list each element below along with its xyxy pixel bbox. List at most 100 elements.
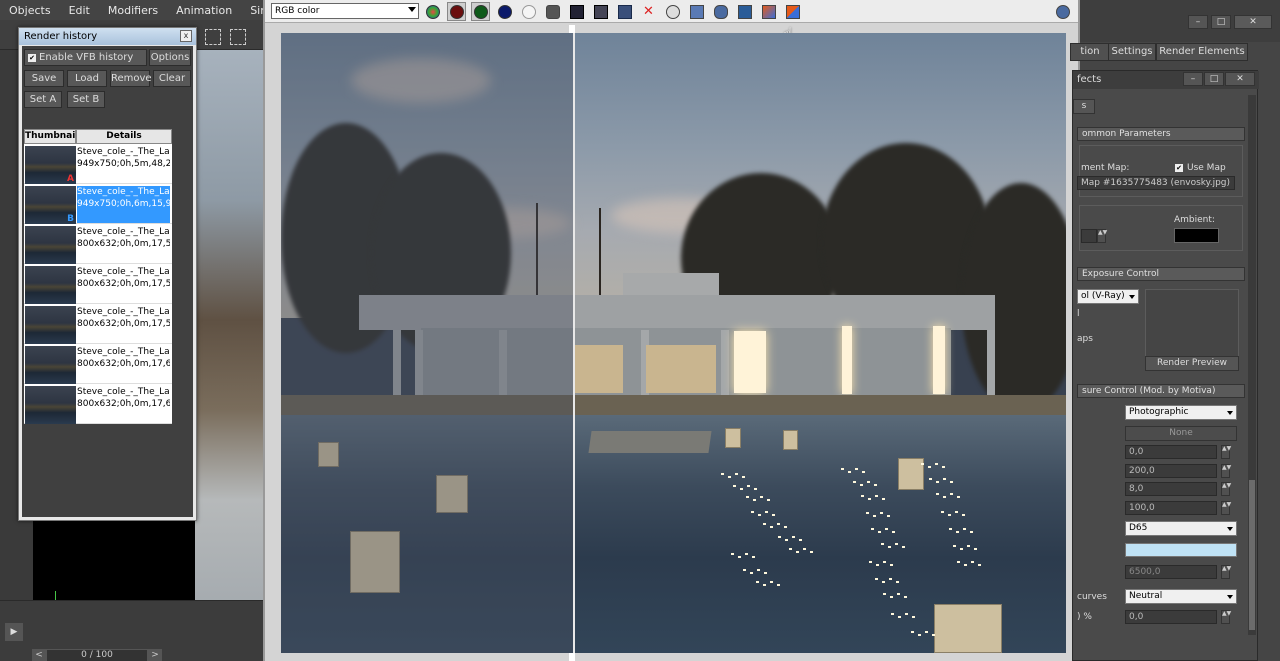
f-number-field[interactable]: 8,0 (1125, 482, 1217, 496)
render-details[interactable]: Steve_cole_-_The_Lake 949x750;0h,6m,15,9s (77, 186, 170, 223)
table-row[interactable]: Steve_cole_-_The_Lake 800x632;0h,0m,17,6s (24, 385, 172, 424)
checkmark-icon[interactable]: ✔ (28, 54, 36, 62)
window-close-button[interactable]: ✕ (1225, 72, 1255, 86)
maximize-button[interactable]: □ (1204, 72, 1224, 86)
table-row[interactable]: Steve_cole_-_The_Lake 800x632;0h,0m,17,6s (24, 345, 172, 384)
render-preview-button[interactable]: Render Preview (1145, 356, 1239, 371)
environment-map-button[interactable]: Map #1635775483 (envosky.jpg) (1077, 176, 1235, 190)
render-thumbnail[interactable] (25, 346, 76, 384)
temperature-field[interactable]: 6500,0 (1125, 565, 1217, 579)
spinner-arrows-icon[interactable]: ▲▼ (1221, 482, 1231, 496)
save-icon[interactable] (567, 2, 586, 21)
load-button[interactable]: Load (67, 70, 107, 87)
table-row[interactable]: Steve_cole_-_The_Lake 800x632;0h,0m,17,5s (24, 305, 172, 344)
green-channel-icon[interactable] (471, 2, 490, 21)
exposure-control-rollout[interactable]: Exposure Control (1077, 267, 1245, 281)
timeline-slider[interactable]: 0 / 100 (46, 649, 148, 661)
window-crossing-icon[interactable] (230, 29, 246, 45)
region-render-icon[interactable] (687, 2, 706, 21)
column-header-details[interactable]: Details (76, 129, 172, 144)
split-handle-bottom[interactable] (569, 653, 575, 661)
stamp-icon[interactable] (735, 2, 754, 21)
timeline-next-button[interactable]: > (148, 649, 162, 661)
minimize-button[interactable]: – (1183, 72, 1203, 86)
tint-spinner[interactable] (1081, 229, 1097, 243)
spinner-arrows-icon[interactable]: ▲▼ (1221, 501, 1231, 515)
render-thumbnail[interactable]: A (25, 146, 76, 184)
render-details[interactable]: Steve_cole_-_The_Lake 949x750;0h,5m,48,2s (77, 146, 170, 183)
percent-field[interactable]: 0,0 (1125, 610, 1217, 624)
render-details[interactable]: Steve_cole_-_The_Lake 800x632;0h,0m,17,6s (77, 346, 170, 383)
save-all-icon[interactable] (591, 2, 610, 21)
none-button[interactable]: None (1125, 426, 1237, 441)
render-thumbnail[interactable] (25, 226, 76, 264)
table-row[interactable]: B Steve_cole_-_The_Lake 949x750;0h,6m,15,9… (24, 185, 172, 224)
shutter-field[interactable]: 0,0 (1125, 445, 1217, 459)
photographic-dropdown[interactable]: Photographic (1125, 405, 1237, 420)
ab-split-divider[interactable] (573, 33, 575, 653)
window-close-button[interactable]: ✕ (1234, 15, 1272, 29)
white-balance-dropdown[interactable]: D65 (1125, 521, 1237, 536)
track-mouse-icon[interactable] (663, 2, 682, 21)
red-channel-icon[interactable] (447, 2, 466, 21)
spinner-arrows-icon[interactable]: ▲▼ (1221, 464, 1231, 478)
timeline-prev-button[interactable]: < (32, 649, 46, 661)
motiva-exposure-rollout[interactable]: sure Control (Mod. by Motiva) (1077, 384, 1245, 398)
clear-icon[interactable]: ✕ (639, 2, 658, 21)
table-row[interactable]: A Steve_cole_-_The_Lake 949x750;0h,5m,48,2… (24, 145, 172, 184)
tab-effects[interactable]: s (1073, 99, 1095, 114)
options-button[interactable]: Options (149, 49, 191, 66)
column-header-thumbnail[interactable]: Thumbnail (24, 129, 78, 144)
render-details[interactable]: Steve_cole_-_The_Lake 800x632;0h,0m,17,5s (77, 266, 170, 303)
close-icon[interactable]: x (180, 30, 192, 42)
tab-settings[interactable]: Settings (1108, 43, 1156, 61)
render-details[interactable]: Steve_cole_-_The_Lake 800x632;0h,0m,17,5s (77, 226, 170, 263)
menu-objects[interactable]: Objects (0, 4, 60, 17)
tab-render-elements[interactable]: Render Elements (1156, 43, 1248, 61)
enable-vfb-history-checkbox[interactable]: ✔ Enable VFB history (24, 49, 147, 66)
use-map-checkbox[interactable]: ✔ (1175, 164, 1183, 172)
clear-button[interactable]: Clear (153, 70, 191, 87)
minimize-button[interactable]: – (1188, 15, 1208, 29)
table-row[interactable]: Steve_cole_-_The_Lake 800x632;0h,0m,17,5s (24, 225, 172, 264)
play-icon[interactable]: ▶ (5, 623, 23, 641)
curves-dropdown[interactable]: Neutral (1125, 589, 1237, 604)
render-details[interactable]: Steve_cole_-_The_Lake 800x632;0h,0m,17,5s (77, 306, 170, 343)
exposure-type-dropdown[interactable]: ol (V-Ray) (1077, 289, 1139, 304)
render-details[interactable]: Steve_cole_-_The_Lake 800x632;0h,0m,17,6s (77, 386, 170, 423)
tab-common[interactable]: tion (1070, 43, 1110, 61)
spinner-arrows-icon[interactable]: ▲▼ (1097, 229, 1107, 243)
color-correction-icon[interactable] (423, 2, 442, 21)
lut-icon[interactable] (759, 2, 778, 21)
menu-edit[interactable]: Edit (60, 4, 99, 17)
teapot-render-icon[interactable] (1053, 2, 1072, 21)
rendered-image[interactable] (281, 33, 1066, 653)
spinner-arrows-icon[interactable]: ▲▼ (1221, 445, 1231, 459)
iso-field[interactable]: 200,0 (1125, 464, 1217, 478)
common-parameters-rollout[interactable]: ommon Parameters (1077, 127, 1245, 141)
render-history-titlebar[interactable]: Render history x (19, 28, 196, 45)
white-balance-swatch[interactable] (1125, 543, 1237, 557)
ab-compare-icon[interactable] (783, 2, 802, 21)
render-thumbnail[interactable]: B (25, 186, 76, 224)
spinner-arrows-icon[interactable]: ▲▼ (1221, 565, 1231, 579)
ambient-color-swatch[interactable] (1174, 228, 1219, 243)
table-row[interactable]: Steve_cole_-_The_Lake 800x632;0h,0m,17,5s (24, 265, 172, 304)
menu-animation[interactable]: Animation (167, 4, 241, 17)
scrollbar-thumb[interactable] (1249, 480, 1255, 630)
select-region-icon[interactable] (205, 29, 221, 45)
blue-channel-icon[interactable] (495, 2, 514, 21)
spinner-arrows-icon[interactable]: ▲▼ (1221, 610, 1231, 624)
mono-icon[interactable] (543, 2, 562, 21)
shutter-speed-field[interactable]: 100,0 (1125, 501, 1217, 515)
load-icon[interactable] (615, 2, 634, 21)
channel-dropdown[interactable]: RGB color (271, 3, 419, 19)
render-thumbnail[interactable] (25, 386, 76, 424)
split-handle-top[interactable] (569, 25, 575, 33)
remove-button[interactable]: Remove (110, 70, 152, 87)
teapot-icon[interactable] (711, 2, 730, 21)
menu-modifiers[interactable]: Modifiers (99, 4, 167, 17)
maximize-button[interactable]: □ (1211, 15, 1231, 29)
set-a-button[interactable]: Set A (24, 91, 62, 108)
set-b-button[interactable]: Set B (67, 91, 105, 108)
